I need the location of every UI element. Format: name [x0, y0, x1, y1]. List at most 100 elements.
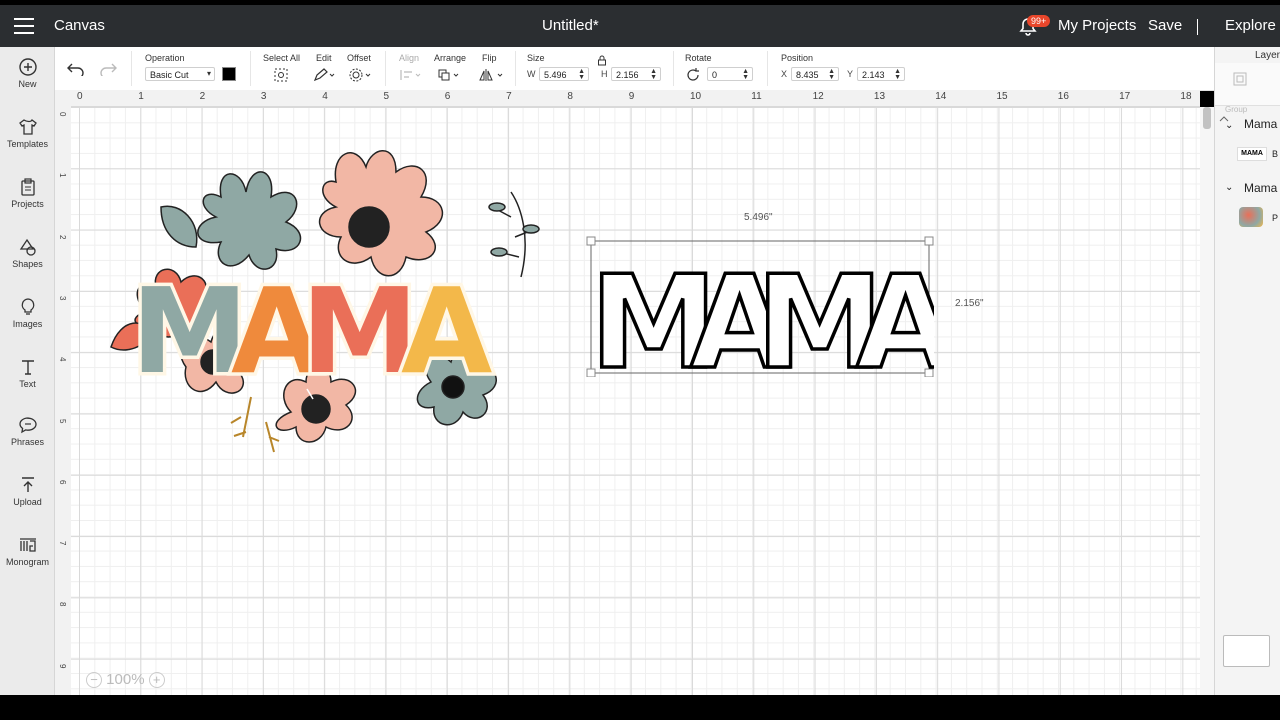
nav-phrases[interactable]: Phrases [0, 415, 55, 447]
redo-icon[interactable] [99, 62, 117, 76]
monogram-icon [19, 538, 36, 552]
ruler-tick-label: 10 [690, 91, 702, 102]
x-input[interactable]: 8.435 ▲ ▼ [791, 67, 839, 81]
divider [131, 51, 132, 86]
zoom-out-button[interactable]: − [86, 672, 102, 689]
height-value: 2.156 [616, 70, 639, 80]
nav-new[interactable]: New [0, 57, 55, 89]
undo-icon[interactable] [67, 62, 85, 76]
ruler-tick-label: 4 [58, 357, 67, 362]
align-icon[interactable] [399, 68, 423, 82]
outline-letter-a-2: A [856, 249, 934, 377]
rotate-icon [687, 68, 699, 81]
operation-select[interactable]: Basic Cut ▾ [145, 67, 215, 81]
operation-color-swatch[interactable] [222, 67, 236, 81]
y-input[interactable]: 2.143 ▲ ▼ [857, 67, 905, 81]
align-label: Align [399, 53, 420, 63]
screen-bottom-bar [0, 695, 1280, 720]
chevron-down-icon: ▾ [206, 69, 211, 78]
text-icon [21, 360, 34, 375]
height-input[interactable]: 2.156 ▲ ▼ [611, 67, 661, 81]
notification-badge: 99+ [1027, 15, 1051, 27]
rotate-value: 0 [712, 70, 718, 80]
width-dimension: 5.496" [744, 212, 773, 223]
selected-mama-outline[interactable]: M A M A [584, 235, 934, 377]
arrange-label: Arrange [434, 53, 467, 63]
ruler-tick-label: 13 [873, 91, 886, 102]
menu-icon[interactable] [14, 18, 34, 34]
left-sidebar: New Templates Projects Shapes Images Tex… [0, 47, 55, 695]
zoom-level: 100% [106, 671, 145, 688]
save-button[interactable]: Save [1148, 5, 1182, 47]
floral-mama-image[interactable]: M A M A [101, 137, 561, 507]
app-label: Canvas [54, 17, 105, 34]
nav-text[interactable]: Text [0, 357, 55, 389]
nav-monogram[interactable]: Monogram [0, 535, 55, 567]
size-label: Size [527, 53, 545, 63]
speech-bubble-icon [18, 417, 37, 434]
width-input[interactable]: 5.496 ▲ ▼ [539, 67, 589, 81]
stepper-icon: ▲ ▼ [742, 68, 749, 81]
x-label: X [781, 69, 788, 79]
ruler-tick-label: 2 [58, 234, 67, 240]
edit-label: Edit [316, 53, 332, 63]
lock-icon[interactable] [597, 55, 607, 66]
document-title[interactable]: Untitled* [542, 5, 599, 47]
top-bar: Canvas Untitled* 99+ My Projects Save Ex… [0, 5, 1280, 47]
layer-1-sublabel: B [1272, 149, 1279, 159]
my-projects-link[interactable]: My Projects [1058, 5, 1136, 47]
y-value: 2.143 [862, 70, 885, 80]
rotate-input[interactable]: 0 ▲ ▼ [707, 67, 753, 81]
ruler-tick-label: 5 [58, 418, 67, 423]
nav-label: Text [19, 379, 36, 389]
ruler-tick-label: 14 [935, 91, 947, 102]
nav-shapes[interactable]: Shapes [0, 237, 55, 269]
edit-pen-icon[interactable] [313, 68, 335, 82]
design-canvas[interactable]: M A M A 5.496" 2.156" M A M A − 100% + [71, 107, 1200, 695]
nav-templates[interactable]: Templates [0, 117, 55, 149]
zoom-control: − 100% + [86, 671, 165, 689]
x-value: 8.435 [796, 70, 819, 80]
divider [673, 51, 674, 86]
operation-value: Basic Cut [150, 70, 189, 80]
chevron-down-icon[interactable]: ⌄ [1225, 182, 1233, 193]
ruler-tick-label: 0 [77, 91, 83, 102]
ruler-tick-label: 6 [58, 479, 67, 485]
flip-icon[interactable] [479, 68, 505, 82]
vertical-ruler: 0 1 2 3 4 5 6 7 8 9 [55, 106, 72, 695]
nav-projects[interactable]: Projects [0, 177, 55, 209]
lightbulb-icon [21, 298, 34, 315]
divider [767, 51, 768, 86]
nav-label: Templates [6, 139, 49, 149]
scroll-thumb[interactable] [1203, 107, 1211, 129]
layer-thumbnail-mama[interactable]: MAMA [1237, 147, 1267, 161]
nav-label: Upload [13, 497, 42, 507]
layer-thumbnail-floral[interactable] [1239, 207, 1263, 227]
clipboard-icon [20, 178, 35, 196]
width-label: W [527, 69, 536, 79]
arrange-icon[interactable] [437, 68, 461, 82]
layers-tab[interactable]: Layers [1255, 50, 1280, 61]
horizontal-ruler: 0 1 2 3 4 5 6 7 8 9 10 11 12 13 14 15 16 17 18 [55, 90, 1200, 107]
canvas-color-box[interactable] [1223, 635, 1270, 667]
select-all-icon[interactable] [273, 67, 289, 83]
ruler-tick-label: 2 [199, 91, 206, 102]
canvas-scrollbar[interactable] [1200, 107, 1214, 695]
resize-handle[interactable] [924, 236, 934, 246]
ruler-tick-label: 12 [812, 91, 824, 102]
nav-upload[interactable]: Upload [0, 475, 55, 507]
offset-icon[interactable] [348, 67, 372, 83]
resize-handle[interactable] [586, 236, 596, 246]
chevron-down-icon[interactable]: ⌄ [1225, 120, 1233, 131]
layer-group-2[interactable]: Mama [1244, 181, 1277, 195]
layer-group-1[interactable]: Mama [1244, 117, 1277, 131]
layers-panel: Layers Group ⌄ Mama MAMA B ⌄ Mama P [1214, 47, 1280, 695]
nav-label: Phrases [10, 437, 45, 447]
ruler-tick-label: 9 [628, 91, 635, 102]
position-label: Position [781, 53, 814, 63]
zoom-in-button[interactable]: + [148, 672, 165, 689]
group-icon[interactable] [1232, 71, 1248, 87]
nav-images[interactable]: Images [0, 297, 55, 329]
divider [515, 51, 516, 86]
explore-link[interactable]: Explore [1225, 5, 1276, 47]
